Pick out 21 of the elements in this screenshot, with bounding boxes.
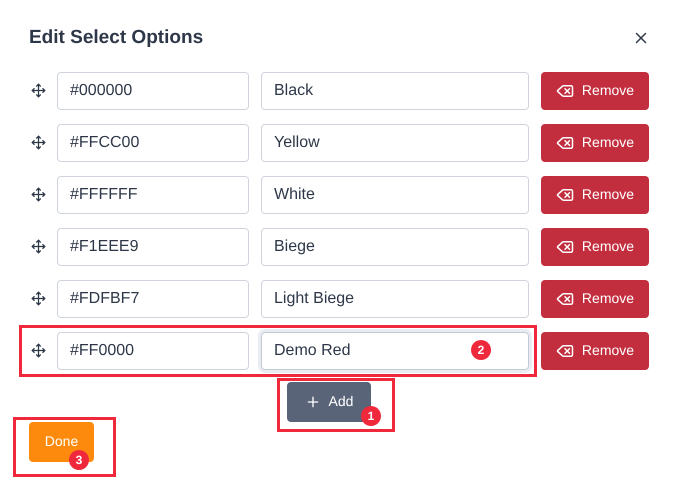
value-field[interactable]: #000000: [57, 72, 249, 110]
label-field[interactable]: Yellow: [261, 124, 529, 162]
remove-button[interactable]: Remove: [541, 228, 649, 266]
remove-button[interactable]: Remove: [541, 332, 649, 370]
label-field[interactable]: Biege: [261, 228, 529, 266]
step-badge: 1: [361, 406, 381, 426]
remove-button[interactable]: Remove: [541, 124, 649, 162]
value-field[interactable]: #FF0000: [57, 332, 249, 370]
plus-icon: [304, 394, 321, 410]
label-field[interactable]: Black: [261, 72, 529, 110]
step-badge: 2: [471, 340, 491, 360]
value-field[interactable]: #FDFBF7: [57, 280, 249, 318]
remove-button[interactable]: Remove: [541, 280, 649, 318]
label-field[interactable]: Light Biege: [261, 280, 529, 318]
value-field[interactable]: #FFCC00: [57, 124, 249, 162]
dialog-title: Edit Select Options: [29, 26, 204, 50]
remove-button[interactable]: Remove: [541, 176, 649, 214]
value-field[interactable]: #FFFFFF: [57, 176, 249, 214]
value-field[interactable]: #F1EEE9: [57, 228, 249, 266]
remove-button[interactable]: Remove: [541, 72, 649, 110]
label-field[interactable]: White: [261, 176, 529, 214]
